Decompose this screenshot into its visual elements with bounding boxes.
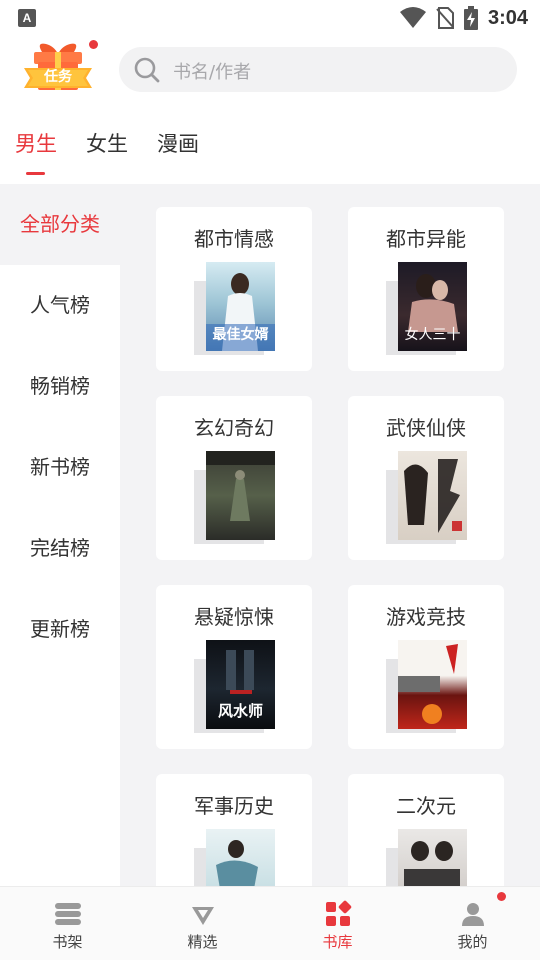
sidebar-item-updated[interactable]: 更新榜 — [0, 589, 120, 670]
book-cover — [206, 451, 275, 540]
book-cover — [398, 829, 467, 886]
no-sim-icon — [436, 7, 454, 29]
library-content: 全部分类 人气榜 畅销榜 新书榜 完结榜 更新榜 都市情感 最佳女婿 都市异能 — [0, 184, 540, 886]
tab-female[interactable]: 女生 — [86, 128, 128, 158]
cover-title: 风水师 — [217, 702, 263, 720]
category-title: 游戏竞技 — [386, 605, 466, 629]
book-cover — [398, 451, 467, 540]
category-card[interactable]: 武侠仙侠 — [348, 396, 504, 560]
gender-tabs: 男生 女生 漫画 — [0, 122, 540, 182]
category-card[interactable]: 悬疑惊悚 风水师 — [156, 585, 312, 749]
nav-bookshelf[interactable]: 书架 — [0, 887, 135, 960]
cover-title: 女人三十 — [404, 327, 461, 343]
sidebar-item-completed[interactable]: 完结榜 — [0, 508, 120, 589]
category-card[interactable]: 军事历史 — [156, 774, 312, 886]
book-cover: 女人三十 — [398, 262, 467, 351]
sidebar-item-popular[interactable]: 人气榜 — [0, 265, 120, 346]
nav-library[interactable]: 书库 — [270, 887, 405, 960]
nav-label: 我的 — [457, 933, 488, 951]
category-card[interactable]: 二次元 — [348, 774, 504, 886]
sidebar-item-bestseller[interactable]: 畅销榜 — [0, 346, 120, 427]
book-cover: 风水师 — [206, 640, 275, 729]
bookshelf-icon — [55, 903, 81, 925]
diamond-icon — [192, 907, 214, 925]
book-cover — [398, 640, 467, 729]
battery-charging-icon — [463, 6, 478, 30]
nav-profile[interactable]: 我的 — [405, 887, 540, 960]
profile-icon — [462, 903, 484, 926]
tab-male[interactable]: 男生 — [15, 128, 57, 158]
library-grid-icon — [326, 900, 352, 926]
notification-icon: A — [18, 9, 36, 27]
category-card[interactable]: 都市情感 最佳女婿 — [156, 207, 312, 371]
category-title: 二次元 — [396, 794, 456, 818]
category-title: 武侠仙侠 — [386, 416, 466, 440]
category-title: 都市情感 — [194, 227, 274, 251]
category-title: 悬疑惊悚 — [194, 605, 274, 629]
task-label: 任务 — [44, 69, 72, 85]
nav-label: 书架 — [52, 933, 83, 951]
clock: 3:04 — [487, 6, 528, 29]
book-cover — [206, 829, 275, 886]
nav-label: 精选 — [187, 933, 218, 951]
cover-title: 最佳女婿 — [212, 327, 269, 343]
wifi-icon — [399, 7, 426, 28]
category-title: 都市异能 — [386, 227, 466, 251]
task-gift-button[interactable]: 任务 — [22, 40, 94, 100]
category-card[interactable]: 游戏竞技 — [348, 585, 504, 749]
category-title: 军事历史 — [194, 794, 274, 818]
status-bar: A 3:04 — [0, 0, 540, 36]
sidebar-item-new-books[interactable]: 新书榜 — [0, 427, 120, 508]
category-title: 玄幻奇幻 — [194, 416, 274, 440]
tab-indicator — [26, 172, 45, 175]
search-icon — [134, 57, 160, 83]
status-icons: 3:04 — [399, 4, 528, 32]
notification-dot — [497, 892, 506, 901]
sidebar-item-all-categories[interactable]: 全部分类 — [0, 184, 120, 265]
category-card[interactable]: 都市异能 女人三十 — [348, 207, 504, 371]
category-card[interactable]: 玄幻奇幻 — [156, 396, 312, 560]
book-cover: 最佳女婿 — [206, 262, 275, 351]
nav-label: 书库 — [322, 933, 353, 951]
search-input[interactable]: 书名/作者 — [119, 47, 517, 92]
nav-featured[interactable]: 精选 — [135, 887, 270, 960]
notification-dot — [89, 40, 98, 49]
tab-comic[interactable]: 漫画 — [157, 128, 199, 158]
search-placeholder: 书名/作者 — [173, 62, 252, 83]
bottom-navigation: 书架 精选 书库 我的 — [0, 886, 540, 960]
ranking-sidebar: 全部分类 人气榜 畅销榜 新书榜 完结榜 更新榜 — [0, 184, 120, 886]
